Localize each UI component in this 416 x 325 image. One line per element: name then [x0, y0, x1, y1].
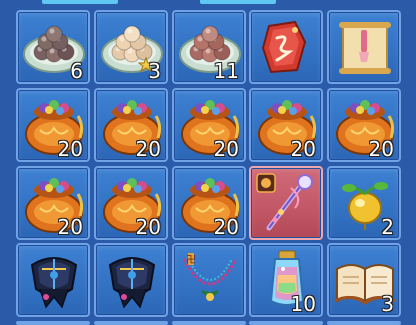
inventory-slot[interactable] [249, 10, 323, 84]
inventory-slot-partial[interactable] [327, 321, 401, 325]
inventory-slot[interactable]: 20 [16, 88, 90, 162]
inventory-slot[interactable]: 卍 [172, 243, 246, 317]
inventory-slot[interactable]: 20 [94, 166, 168, 240]
top-edge-highlight [200, 0, 276, 4]
item-count: 20 [135, 215, 161, 239]
inventory-slot[interactable]: 6 [16, 10, 90, 84]
inventory-slot[interactable] [249, 166, 323, 240]
inventory-slot[interactable]: 20 [16, 166, 90, 240]
inventory-slot[interactable] [327, 10, 401, 84]
inventory-slot[interactable]: 20 [94, 88, 168, 162]
item-count: 3 [148, 59, 161, 83]
inventory-slot-partial[interactable] [94, 321, 168, 325]
inventory-slot[interactable]: 20 [327, 88, 401, 162]
inventory-slot[interactable]: 11 [172, 10, 246, 84]
inventory-slot[interactable] [94, 243, 168, 317]
item-count: 20 [57, 137, 83, 161]
inventory-slot[interactable] [16, 243, 90, 317]
inventory-slot[interactable]: 10 [249, 243, 323, 317]
inventory-slot[interactable]: 3 [327, 243, 401, 317]
item-count: 20 [290, 137, 316, 161]
top-edge-highlight [42, 0, 118, 4]
item-count: 2 [381, 215, 394, 239]
item-count: 20 [135, 137, 161, 161]
item-count: 6 [70, 59, 83, 83]
item-count: 3 [381, 292, 394, 316]
item-count: 11 [213, 59, 239, 83]
inventory-slot[interactable]: 2 [327, 166, 401, 240]
inventory-slot[interactable]: 20 [172, 166, 246, 240]
item-count: 10 [290, 292, 316, 316]
inventory-grid: 6 3 11 20 20 20 20 20 20 20 20 2 卍 10 3 [0, 0, 416, 325]
inventory-slot[interactable]: 3 [94, 10, 168, 84]
item-count: 20 [213, 215, 239, 239]
item-count: 20 [368, 137, 394, 161]
inventory-slot-partial[interactable] [16, 321, 90, 325]
svg-text:卍: 卍 [186, 254, 196, 266]
item-count: 20 [57, 215, 83, 239]
inventory-slot-partial[interactable] [172, 321, 246, 325]
inventory-slot[interactable]: 20 [249, 88, 323, 162]
inventory-slot-partial[interactable] [249, 321, 323, 325]
item-count: 20 [213, 137, 239, 161]
inventory-slot[interactable]: 20 [172, 88, 246, 162]
